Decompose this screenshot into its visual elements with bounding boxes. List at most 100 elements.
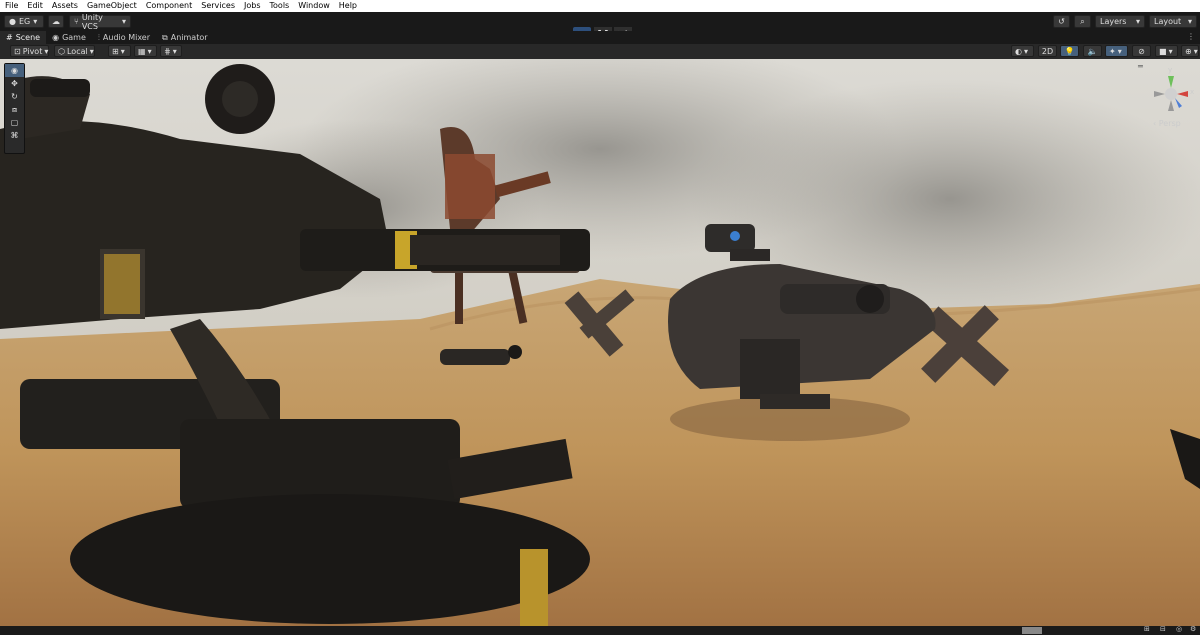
tab-animator-label: Animator xyxy=(170,33,208,42)
gizmos-dropdown[interactable]: ⊕ ▾ xyxy=(1181,45,1199,57)
gizmo-y-label: y xyxy=(1168,66,1173,74)
tab-scene[interactable]: # Scene xyxy=(0,31,47,44)
grid-snap-dropdown[interactable]: ⊞ ▾ xyxy=(108,45,131,57)
user-icon: ● xyxy=(9,17,16,26)
window-tabs: # Scene ◉ Game ⫶ Audio Mixer ⧉ Animator … xyxy=(0,31,1200,44)
draw-mode-dropdown[interactable]: ◐ ▾ xyxy=(1011,45,1034,57)
layout-label: Layout xyxy=(1154,17,1182,26)
chevron-down-icon: ▾ xyxy=(1023,46,1028,56)
scale-icon: ⧈ xyxy=(11,104,18,114)
chevron-down-icon: ▾ xyxy=(147,46,152,56)
tab-audio-mixer[interactable]: ⫶ Audio Mixer xyxy=(92,31,156,44)
projection-text: Persp xyxy=(1158,119,1181,128)
history-button[interactable]: ↺ xyxy=(1053,15,1070,28)
increment-snap-dropdown[interactable]: ⋕ ▾ xyxy=(160,45,182,57)
chevron-down-icon: ▾ xyxy=(1193,46,1198,56)
search-button[interactable]: ⌕ xyxy=(1074,15,1091,28)
lighting-toggle[interactable]: 💡 xyxy=(1060,45,1079,57)
menu-edit[interactable]: Edit xyxy=(22,0,47,12)
menu-help[interactable]: Help xyxy=(334,0,361,12)
gamepad-icon: ◉ xyxy=(52,33,60,42)
camera-icon: ■ xyxy=(1159,46,1167,56)
history-icon: ↺ xyxy=(1058,17,1065,26)
grid-icon: ▦ xyxy=(138,46,146,56)
2d-label: 2D xyxy=(1041,46,1054,56)
local-icon: ⬡ xyxy=(58,46,65,56)
chevron-down-icon: ▾ xyxy=(121,17,126,26)
account-label: EG xyxy=(18,17,31,26)
effects-dropdown[interactable]: ✦ ▾ xyxy=(1105,45,1128,57)
status-bar: ⊞ ⊟ ◎ ⚙ xyxy=(0,625,1200,635)
layout-dropdown[interactable]: Layout ▾ xyxy=(1149,15,1197,28)
tab-animator[interactable]: ⧉ Animator xyxy=(156,31,214,44)
menu-tools[interactable]: Tools xyxy=(265,0,294,12)
pivot-icon: ⊡ xyxy=(14,46,21,56)
eye-icon: ◉ xyxy=(11,66,18,75)
menu-bar: File Edit Assets GameObject Component Se… xyxy=(0,0,1200,12)
chevron-down-icon: ▾ xyxy=(172,46,177,56)
menu-gameobject[interactable]: GameObject xyxy=(82,0,141,12)
scene-render xyxy=(0,59,1200,626)
menu-jobs[interactable]: Jobs xyxy=(239,0,265,12)
animator-icon: ⧉ xyxy=(162,32,168,42)
projection-label[interactable]: ‹ Persp xyxy=(1153,119,1181,128)
local-label: Local xyxy=(66,46,88,56)
cloud-button[interactable]: ☁ xyxy=(48,15,64,28)
snap-icon: ⋕ xyxy=(164,46,171,56)
status-icon[interactable]: ⊟ xyxy=(1160,625,1166,633)
chevron-down-icon: ▾ xyxy=(1135,17,1140,26)
chevron-down-icon: ▾ xyxy=(120,46,125,56)
pivot-dropdown[interactable]: ⊡ Pivot ▾ xyxy=(10,45,49,57)
view-tool[interactable]: ◉ xyxy=(5,64,24,77)
tab-game[interactable]: ◉ Game xyxy=(46,31,92,44)
move-icon: ✥ xyxy=(11,79,18,88)
tab-scene-label: Scene xyxy=(15,33,41,42)
2d-toggle[interactable]: 2D xyxy=(1038,45,1057,57)
account-button[interactable]: ● EG ▾ xyxy=(4,15,44,28)
perspective-icon: ‹ xyxy=(1153,119,1157,128)
grid-icon: ⊞ xyxy=(112,46,119,56)
vcs-button[interactable]: ⑂ Unity VCS ▾ xyxy=(69,13,131,31)
chevron-down-icon: ▾ xyxy=(1187,17,1192,26)
gizmo-icon: ⊕ xyxy=(1185,46,1192,56)
orientation-gizmo[interactable]: y x xyxy=(1146,66,1196,126)
mixer-icon: ⫶ xyxy=(97,32,100,42)
layers-dropdown[interactable]: Layers ▾ xyxy=(1095,15,1145,28)
branch-icon: ⑂ xyxy=(74,17,79,26)
chevron-down-icon: ▾ xyxy=(1168,46,1173,56)
chevron-down-icon: ▾ xyxy=(33,17,38,26)
scene-icon: # xyxy=(6,33,13,42)
scene-viewport[interactable] xyxy=(0,59,1200,626)
scale-tool[interactable]: ⧈ xyxy=(5,103,24,116)
transform-tool[interactable]: ⌘ xyxy=(5,129,24,142)
menu-assets[interactable]: Assets xyxy=(47,0,82,12)
rotate-icon: ↻ xyxy=(11,92,18,101)
chevron-down-icon: ▾ xyxy=(89,46,94,56)
menu-component[interactable]: Component xyxy=(141,0,196,12)
pivot-label: Pivot xyxy=(22,46,43,56)
audio-toggle[interactable]: 🔈 xyxy=(1083,45,1102,57)
scene-visibility-toggle[interactable]: ⊘ xyxy=(1132,45,1151,57)
chevron-down-icon: ▾ xyxy=(44,46,49,56)
cloud-icon: ☁ xyxy=(52,17,60,26)
grid-visibility-dropdown[interactable]: ▦ ▾ xyxy=(134,45,157,57)
rect-tool[interactable]: ▢ xyxy=(5,116,24,129)
scene-options-icon[interactable]: ═ xyxy=(1138,62,1143,71)
move-tool[interactable]: ✥ xyxy=(5,77,24,90)
layers-label: Layers xyxy=(1100,17,1127,26)
status-icon[interactable]: ⊞ xyxy=(1144,625,1150,633)
rotate-tool[interactable]: ↻ xyxy=(5,90,24,103)
speaker-icon: 🔈 xyxy=(1087,46,1098,56)
camera-dropdown[interactable]: ■ ▾ xyxy=(1155,45,1178,57)
status-icon[interactable]: ⚙ xyxy=(1190,625,1196,633)
transform-icon: ⌘ xyxy=(10,131,19,140)
menu-file[interactable]: File xyxy=(0,0,22,12)
local-dropdown[interactable]: ⬡ Local ▾ xyxy=(54,45,95,57)
menu-window[interactable]: Window xyxy=(293,0,334,12)
tab-audio-mixer-label: Audio Mixer xyxy=(102,33,151,42)
menu-services[interactable]: Services xyxy=(196,0,239,12)
progress-indicator xyxy=(1022,627,1042,634)
more-menu-icon[interactable]: ⋮ xyxy=(1187,32,1195,41)
status-icon[interactable]: ◎ xyxy=(1176,625,1182,633)
effects-icon: ✦ xyxy=(1109,46,1116,56)
